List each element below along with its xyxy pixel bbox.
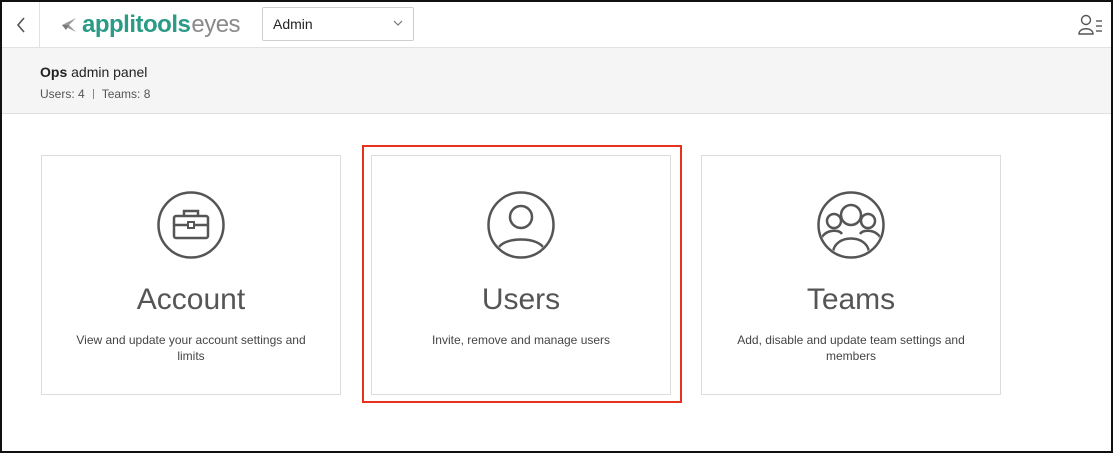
chevron-left-icon [16,17,25,33]
teams-card-description: Add, disable and update team settings an… [737,333,965,363]
app-window: applitools eyes Admin Ops admin panel Us… [0,0,1113,453]
team-icon [817,191,885,259]
admin-panel-header: Ops admin panel Users: 4 Teams: 8 [2,48,1111,114]
role-select-value: Admin [273,16,313,32]
stats-divider [92,89,94,99]
teams-card-title: Teams [806,283,896,316]
users-card-description: Invite, remove and manage users [431,333,611,347]
account-card[interactable]: Account View and update your account set… [41,155,341,395]
users-card[interactable]: Users Invite, remove and manage users [371,155,671,395]
role-select[interactable]: Admin [262,7,414,41]
applitools-logo-icon [62,18,76,32]
teams-card[interactable]: Teams Add, disable and update team setti… [701,155,1001,395]
teams-count: Teams: 8 [101,87,151,101]
top-bar: applitools eyes Admin [2,2,1111,48]
chevron-down-icon [393,20,403,26]
briefcase-icon [157,191,225,259]
panel-stats: Users: 4 Teams: 8 [40,87,150,101]
page-title-rest: admin panel [67,64,148,80]
account-card-title: Account [136,283,246,316]
page-title: Ops admin panel [40,64,147,80]
logo-text-secondary: eyes [191,11,241,38]
logo-text-primary: applitools [82,11,191,38]
user-menu-icon[interactable] [1077,12,1103,38]
applitools-logo[interactable]: applitools eyes [60,11,241,39]
users-card-title: Users [481,283,561,316]
users-count: Users: 4 [40,87,85,101]
account-card-description: View and update your account settings an… [76,333,306,363]
user-icon [487,191,555,259]
org-name: Ops [40,64,68,80]
back-button[interactable] [2,2,40,48]
